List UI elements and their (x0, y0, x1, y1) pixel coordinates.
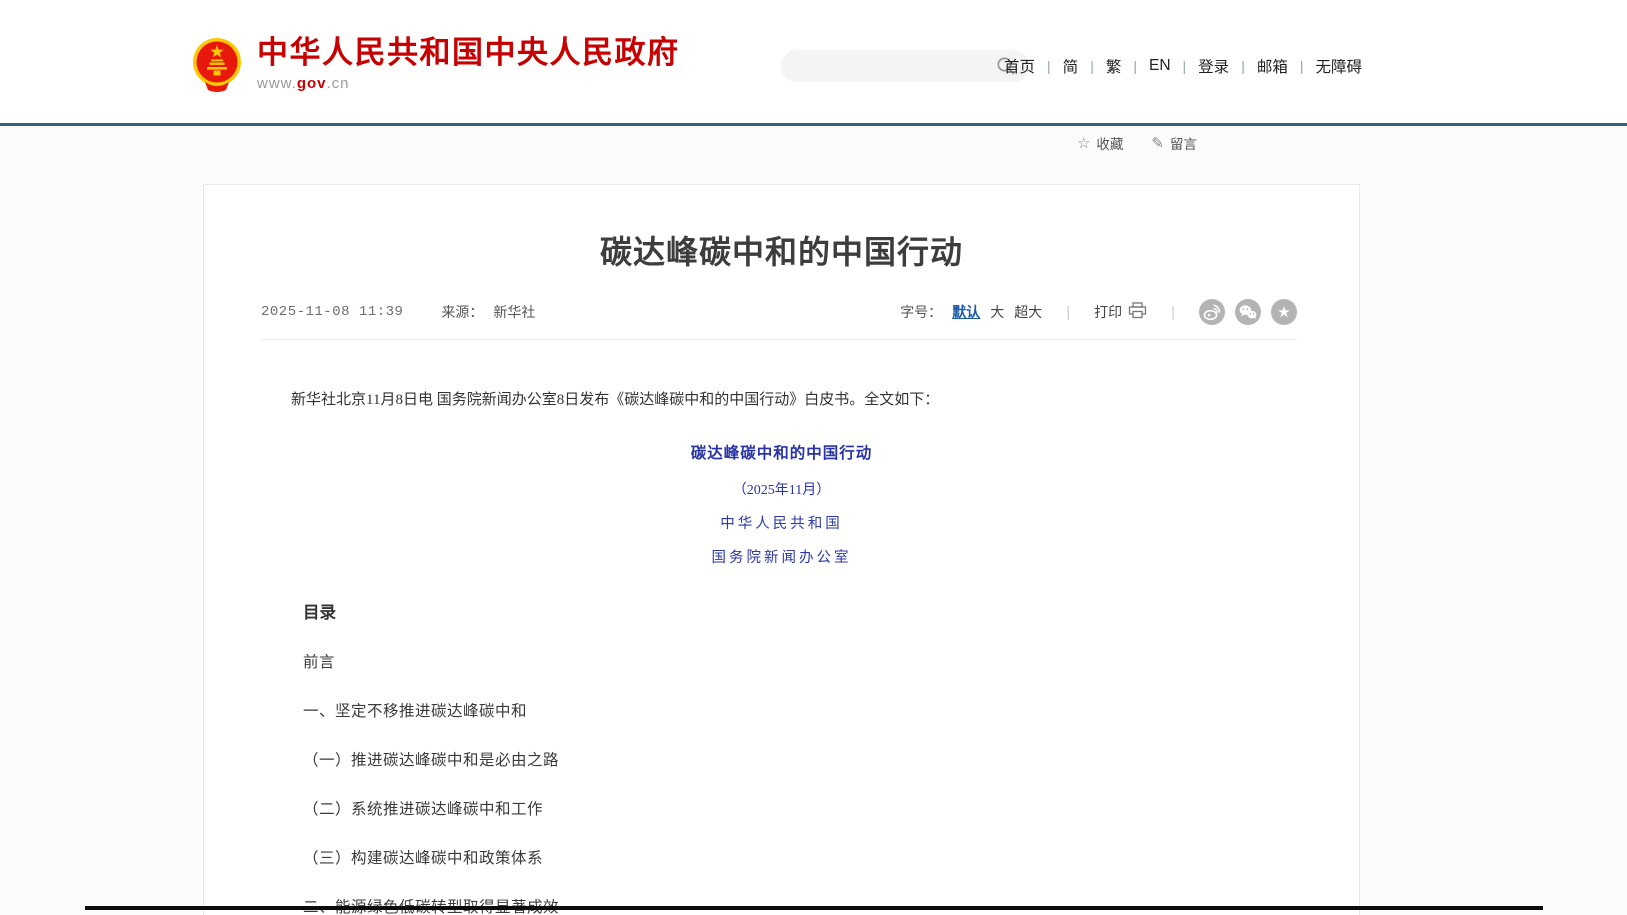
document-issuer-line-1: 中华人民共和国 (204, 512, 1359, 533)
printer-icon (1128, 302, 1147, 322)
nav-simplified[interactable]: 简 (1051, 55, 1091, 77)
source-value[interactable]: 新华社 (493, 302, 535, 322)
article-meta-row: 2025-11-08 11:39 来源： 新华社 字号： 默认 大 超大 | 打… (261, 299, 1297, 340)
document-issuer-line-2: 国务院新闻办公室 (204, 546, 1359, 567)
nav-english[interactable]: EN (1137, 57, 1183, 75)
article-meta-left: 2025-11-08 11:39 来源： 新华社 (261, 302, 535, 322)
message-link[interactable]: ✎ 留言 (1151, 133, 1197, 153)
site-url-gov: gov (297, 75, 327, 92)
article-intro: 新华社北京11月8日电 国务院新闻办公室8日发布《碳达峰碳中和的中国行动》白皮书… (261, 390, 1299, 411)
table-of-contents: 目录 前言 一、坚定不移推进碳达峰碳中和 （一）推进碳达峰碳中和是必由之路 （二… (303, 599, 1359, 915)
article-meta-right: 字号： 默认 大 超大 | 打印 | (900, 299, 1297, 325)
nav-mail[interactable]: 邮箱 (1245, 55, 1300, 77)
toc-item-2: 二、能源绿色低碳转型取得显著成效 (303, 895, 1359, 915)
site-title: 中华人民共和国中央人民政府 (257, 36, 680, 70)
font-size-large-button[interactable]: 大 (990, 302, 1004, 322)
document-date-line: （2025年11月） (204, 479, 1359, 499)
wechat-icon[interactable] (1235, 299, 1261, 325)
font-size-label: 字号： (900, 302, 942, 322)
toc-item-1-3: （三）构建碳达峰碳中和政策体系 (303, 846, 1359, 868)
favorite-link[interactable]: ☆ 收藏 (1077, 133, 1123, 153)
toc-item-preface: 前言 (303, 650, 1359, 672)
nav-home[interactable]: 首页 (992, 55, 1047, 77)
page: 中华人民共和国中央人民政府 www.gov.cn 首页| 简| 繁| EN| 登… (0, 0, 1627, 915)
header-divider (0, 123, 1627, 126)
toc-heading: 目录 (303, 599, 1359, 623)
message-label: 留言 (1170, 133, 1197, 153)
font-size-default-button[interactable]: 默认 (952, 302, 980, 322)
window-bottom-edge (85, 906, 1543, 910)
nav-login[interactable]: 登录 (1186, 55, 1241, 77)
brand-text: 中华人民共和国中央人民政府 www.gov.cn (257, 36, 680, 91)
search-input[interactable] (781, 50, 995, 82)
star-outline-icon: ☆ (1077, 134, 1090, 152)
quick-actions: ☆ 收藏 ✎ 留言 (1077, 133, 1197, 153)
toc-item-1: 一、坚定不移推进碳达峰碳中和 (303, 699, 1359, 721)
pencil-icon: ✎ (1151, 134, 1164, 152)
article-card: 碳达峰碳中和的中国行动 2025-11-08 11:39 来源： 新华社 字号：… (203, 184, 1360, 915)
national-emblem-logo (191, 36, 243, 92)
site-url-www: www. (257, 75, 297, 92)
nav-accessibility[interactable]: 无障碍 (1303, 55, 1374, 77)
meta-separator: | (1066, 304, 1070, 321)
top-nav: 首页| 简| 繁| EN| 登录| 邮箱| 无障碍 (992, 55, 1374, 77)
source-label: 来源： (441, 302, 483, 322)
publish-date: 2025-11-08 11:39 (261, 304, 403, 320)
document-title: 碳达峰碳中和的中国行动 (204, 441, 1359, 463)
share-star-icon[interactable]: ★ (1271, 299, 1297, 325)
brand-home-link[interactable]: 中华人民共和国中央人民政府 www.gov.cn (191, 36, 680, 92)
site-url: www.gov.cn (257, 75, 680, 92)
favorite-label: 收藏 (1096, 133, 1123, 153)
toc-item-1-1: （一）推进碳达峰碳中和是必由之路 (303, 748, 1359, 770)
toc-item-1-2: （二）系统推进碳达峰碳中和工作 (303, 797, 1359, 819)
share-icons: ★ (1199, 299, 1297, 325)
site-header: 中华人民共和国中央人民政府 www.gov.cn 首页| 简| 繁| EN| 登… (0, 0, 1627, 123)
site-url-cn: .cn (327, 75, 350, 92)
article-title: 碳达峰碳中和的中国行动 (244, 227, 1319, 273)
font-size-xlarge-button[interactable]: 超大 (1014, 302, 1042, 322)
weibo-icon[interactable] (1199, 299, 1225, 325)
print-button[interactable]: 打印 (1094, 302, 1147, 322)
print-label: 打印 (1094, 302, 1122, 322)
meta-separator: | (1171, 304, 1175, 321)
nav-traditional[interactable]: 繁 (1094, 55, 1134, 77)
